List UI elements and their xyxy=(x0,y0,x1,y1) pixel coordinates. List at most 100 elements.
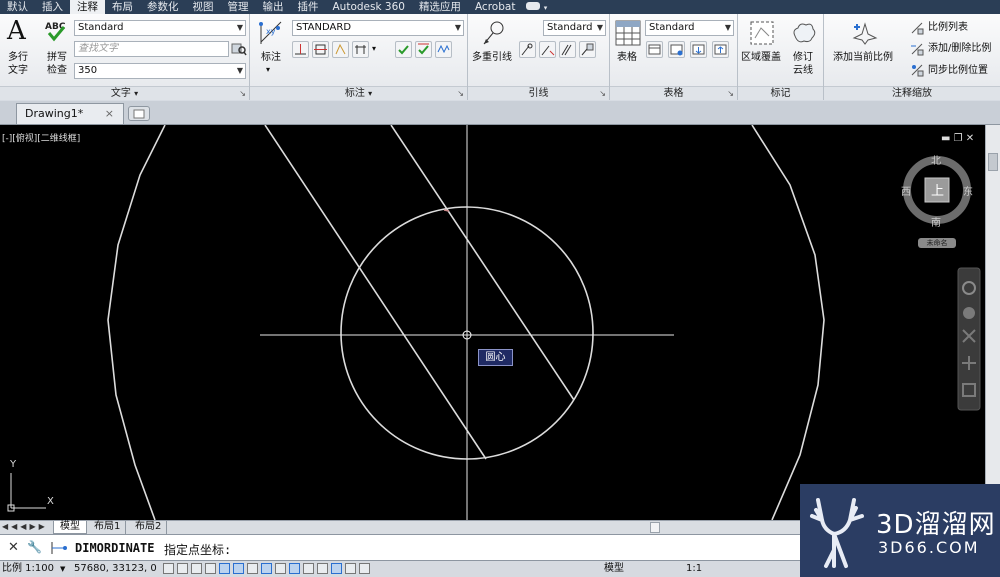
viewcube-south[interactable]: 南 xyxy=(931,214,941,229)
dim-continue-icon[interactable] xyxy=(352,41,369,58)
close-icon[interactable]: × xyxy=(105,104,114,124)
text-panel-title[interactable]: 文字 ▾ ↘ xyxy=(0,86,249,100)
collect-leader-icon[interactable] xyxy=(579,41,596,58)
lineweight-toggle[interactable] xyxy=(303,563,314,574)
align-leader-icon[interactable] xyxy=(559,41,576,58)
revcloud-label-1[interactable]: 修订 xyxy=(793,52,813,64)
dyn-toggle[interactable] xyxy=(289,563,300,574)
add-delete-scale-label[interactable]: 添加/删除比例 xyxy=(928,43,991,55)
otrack-toggle[interactable] xyxy=(261,563,272,574)
add-delete-scale-icon[interactable] xyxy=(910,42,924,56)
chevron-down-icon[interactable]: ▼ xyxy=(60,561,65,577)
annotation-monitor-toggle[interactable] xyxy=(359,563,370,574)
panel-expand-icon[interactable]: ↘ xyxy=(457,87,464,101)
tab-acrobat[interactable]: Acrobat xyxy=(468,0,523,14)
polar-toggle[interactable] xyxy=(219,563,230,574)
viewcube-top-label[interactable]: 上 xyxy=(931,180,944,199)
wcs-label[interactable]: 未命名 xyxy=(920,238,954,248)
chevron-down-icon[interactable]: ▾ xyxy=(372,44,376,53)
vertical-scrollbar[interactable] xyxy=(985,125,1000,520)
spell-label-1[interactable]: 拼写 xyxy=(47,52,67,64)
dim-reassociate-icon[interactable] xyxy=(435,41,452,58)
multiline-text-icon[interactable]: A xyxy=(7,18,26,44)
dim-break-icon[interactable] xyxy=(292,41,309,58)
chevron-down-icon[interactable]: ▾ xyxy=(266,65,270,74)
tab-default[interactable]: 默认 xyxy=(0,0,35,14)
tab-output[interactable]: 输出 xyxy=(256,0,291,14)
dim-inspect-icon[interactable] xyxy=(395,41,412,58)
multileader-label[interactable]: 多重引线 xyxy=(472,52,512,64)
tab-layout1[interactable]: 布局1 xyxy=(89,521,127,534)
drawing-canvas[interactable]: [-][俯视][二维线框] ▬ ❐ ✕ 北 南 东 西 上 未命名 圆心 Y X xyxy=(0,125,985,520)
link-data-icon[interactable] xyxy=(668,41,685,58)
find-replace-icon[interactable] xyxy=(231,41,247,57)
wrench-icon[interactable]: 🔧 xyxy=(27,540,42,554)
download-data-icon[interactable] xyxy=(690,41,707,58)
close-icon[interactable]: ✕ xyxy=(8,540,19,555)
dimension-icon[interactable]: xy xyxy=(258,20,284,46)
multileader-icon[interactable] xyxy=(480,20,506,46)
table-panel-title[interactable]: 表格 ↘ xyxy=(610,86,737,100)
grid-toggle[interactable] xyxy=(191,563,202,574)
leader-panel-title[interactable]: 引线 ↘ xyxy=(468,86,609,100)
snap-toggle[interactable] xyxy=(177,563,188,574)
tab-manage[interactable]: 管理 xyxy=(221,0,256,14)
tab-model[interactable]: 模型 xyxy=(53,521,87,534)
scale-list-label[interactable]: 比例列表 xyxy=(928,22,968,34)
extract-data-icon[interactable] xyxy=(646,41,663,58)
panel-expand-icon[interactable]: ↘ xyxy=(599,87,606,101)
drawing-tab[interactable]: Drawing1* × xyxy=(16,103,124,124)
dim-update-icon[interactable] xyxy=(415,41,432,58)
spell-label-2[interactable]: 检查 xyxy=(47,65,67,77)
wipeout-icon[interactable] xyxy=(749,20,775,46)
tab-view[interactable]: 视图 xyxy=(186,0,221,14)
sync-scale-positions-icon[interactable] xyxy=(910,63,924,77)
osnap-toggle[interactable] xyxy=(233,563,244,574)
tab-featured-apps[interactable]: 精选应用 xyxy=(412,0,468,14)
find-text-input[interactable]: 查找文字 xyxy=(74,41,229,57)
add-current-scale-label[interactable]: 添加当前比例 xyxy=(833,52,893,64)
add-current-scale-icon[interactable] xyxy=(852,20,878,46)
table-style-select[interactable]: Standard ▼ xyxy=(645,20,734,36)
revision-cloud-icon[interactable] xyxy=(790,20,818,46)
new-drawing-tab-button[interactable] xyxy=(128,106,150,121)
panel-expand-icon[interactable]: ↘ xyxy=(727,87,734,101)
quick-properties-toggle[interactable] xyxy=(331,563,342,574)
table-icon[interactable] xyxy=(615,20,641,46)
tab-annotate[interactable]: 注释 xyxy=(70,0,105,14)
scale-list-icon[interactable] xyxy=(910,21,924,35)
nav-bar[interactable] xyxy=(957,267,981,411)
revcloud-label-2[interactable]: 云线 xyxy=(793,65,813,77)
coordinates-display[interactable]: 57680, 33123, 0 xyxy=(74,561,157,577)
viewport-controls-label[interactable]: [-][俯视][二维线框] xyxy=(2,131,80,144)
text-style-select[interactable]: Standard ▼ xyxy=(74,20,246,36)
text-height-select[interactable]: 350 ▼ xyxy=(74,63,246,79)
close-icon[interactable]: ✕ xyxy=(966,133,974,144)
annotation-scale-value[interactable]: 1:1 xyxy=(686,561,702,577)
3d-osnap-toggle[interactable] xyxy=(247,563,258,574)
minimize-icon[interactable]: ▬ xyxy=(941,133,950,144)
upload-data-icon[interactable] xyxy=(712,41,729,58)
tab-layout[interactable]: 布局 xyxy=(105,0,140,14)
viewcube-east[interactable]: 东 xyxy=(963,183,973,198)
viewcube-north[interactable]: 北 xyxy=(931,152,941,167)
panel-expand-icon[interactable]: ↘ xyxy=(239,87,246,101)
ortho-toggle[interactable] xyxy=(205,563,216,574)
vertical-scroll-thumb[interactable] xyxy=(988,153,998,171)
add-leader-icon[interactable] xyxy=(519,41,536,58)
selection-cycling-toggle[interactable] xyxy=(345,563,356,574)
tab-parametric[interactable]: 参数化 xyxy=(140,0,186,14)
model-space-toggle[interactable]: 模型 xyxy=(604,561,624,577)
restore-icon[interactable]: ❐ xyxy=(954,133,963,144)
dim-adjust-icon[interactable] xyxy=(332,41,349,58)
dimension-label[interactable]: 标注 xyxy=(261,52,281,64)
annotation-scale-status[interactable]: 比例 1:100 xyxy=(2,561,54,577)
markup-panel-title[interactable]: 标记 xyxy=(738,86,823,100)
annotation-scaling-panel-title[interactable]: 注释缩放 xyxy=(824,86,1000,100)
dim-space-icon[interactable] xyxy=(312,41,329,58)
wipeout-label[interactable]: 区域覆盖 xyxy=(741,52,781,64)
remove-leader-icon[interactable] xyxy=(539,41,556,58)
tab-plugins[interactable]: 插件 xyxy=(291,0,326,14)
tab-insert[interactable]: 插入 xyxy=(35,0,70,14)
dimension-panel-title[interactable]: 标注 ▾ ↘ xyxy=(250,86,467,100)
